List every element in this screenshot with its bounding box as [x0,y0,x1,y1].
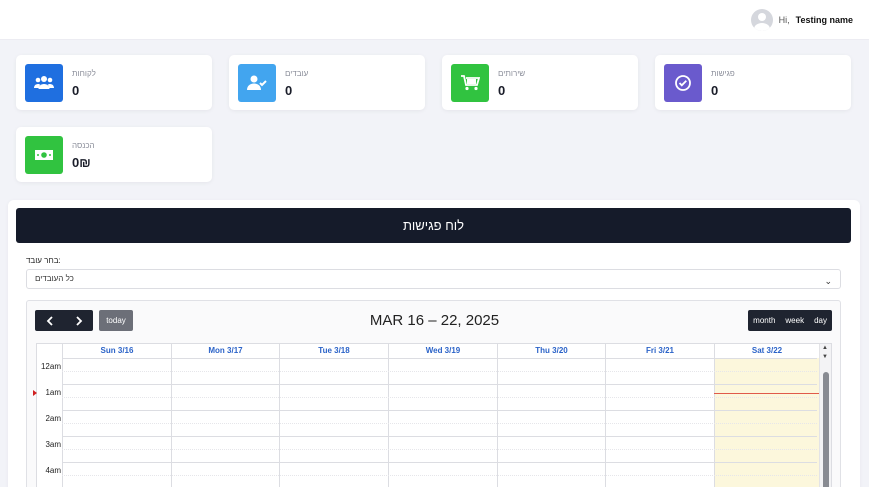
top-bar: Hi, Testing name [0,0,869,40]
stat-value: 0 [498,83,506,98]
stat-value: 0₪ [72,155,91,170]
time-label: 1am [45,388,61,397]
stat-value: 0 [711,83,719,98]
employee-select-label: בחר עובד: [26,256,61,265]
now-indicator-arrow [33,390,37,396]
hour-line [62,410,817,411]
hour-line [62,462,817,463]
calendar: today MAR 16 – 22, 2025 month week day S… [26,300,841,487]
stat-label: הכנסה [72,141,95,150]
view-switcher: month week day [748,310,832,331]
hour-line [62,384,817,385]
cart-icon [451,64,489,102]
stat-card-employees[interactable]: עובדים 0 [229,55,425,110]
hour-line [62,436,817,437]
half-hour-line [62,371,817,372]
stat-label: עובדים [285,69,309,78]
hour-line [62,358,817,359]
scroll-down-icon[interactable]: ▼ [822,354,828,360]
half-hour-line [62,397,817,398]
half-hour-line [62,449,817,450]
employee-select[interactable]: כל העובדים ⌄ [26,269,841,289]
greeting: Hi, [778,15,790,25]
stat-card-revenue[interactable]: הכנסה 0₪ [16,127,212,182]
day-header[interactable]: Tue 3/18 [279,344,388,358]
employee-select-value: כל העובדים [35,274,74,283]
board-title: לוח פגישות [16,208,851,243]
stat-label: לקוחות [72,69,96,78]
day-header[interactable]: Wed 3/19 [388,344,497,358]
check-circle-icon [664,64,702,102]
stat-label: שירותים [498,69,526,78]
view-month-button[interactable]: month [748,310,780,331]
day-header[interactable]: Fri 3/21 [605,344,714,358]
stat-value: 0 [72,83,80,98]
appointment-board: לוח פגישות בחר עובד: כל העובדים ⌄ today … [8,200,860,487]
time-label: 3am [45,440,61,449]
time-label: 12am [40,362,61,371]
avatar[interactable] [750,9,773,31]
half-hour-line [62,475,817,476]
stat-card-clients[interactable]: לקוחות 0 [16,55,212,110]
stat-label: פגישות [711,69,735,78]
stat-card-services[interactable]: שירותים 0 [442,55,638,110]
half-hour-line [62,423,817,424]
day-header[interactable]: Mon 3/17 [171,344,279,358]
view-week-button[interactable]: week [780,310,809,331]
stat-card-appointments[interactable]: פגישות 0 [655,55,851,110]
chevron-down-icon: ⌄ [824,276,832,286]
calendar-scrollbar[interactable]: ▲ ▼ [819,344,831,487]
time-label: 4am [45,466,61,475]
calendar-title: MAR 16 – 22, 2025 [369,312,500,329]
day-header[interactable]: Sat 3/22 [714,344,819,358]
week-grid: Sun 3/16 Mon 3/17 Tue 3/18 Wed 3/19 Thu … [33,343,832,487]
user-menu[interactable]: Hi, Testing name [750,9,853,31]
view-day-button[interactable]: day [809,310,832,331]
now-indicator-line [714,393,819,394]
user-check-icon [238,64,276,102]
day-header[interactable]: Thu 3/20 [497,344,605,358]
users-icon [25,64,63,102]
stat-value: 0 [285,83,293,98]
time-label: 2am [45,414,61,423]
user-name: Testing name [795,15,853,25]
money-icon [25,136,63,174]
scroll-up-icon[interactable]: ▲ [822,345,828,351]
scrollbar-thumb[interactable] [823,372,829,487]
day-header[interactable]: Sun 3/16 [62,344,171,358]
